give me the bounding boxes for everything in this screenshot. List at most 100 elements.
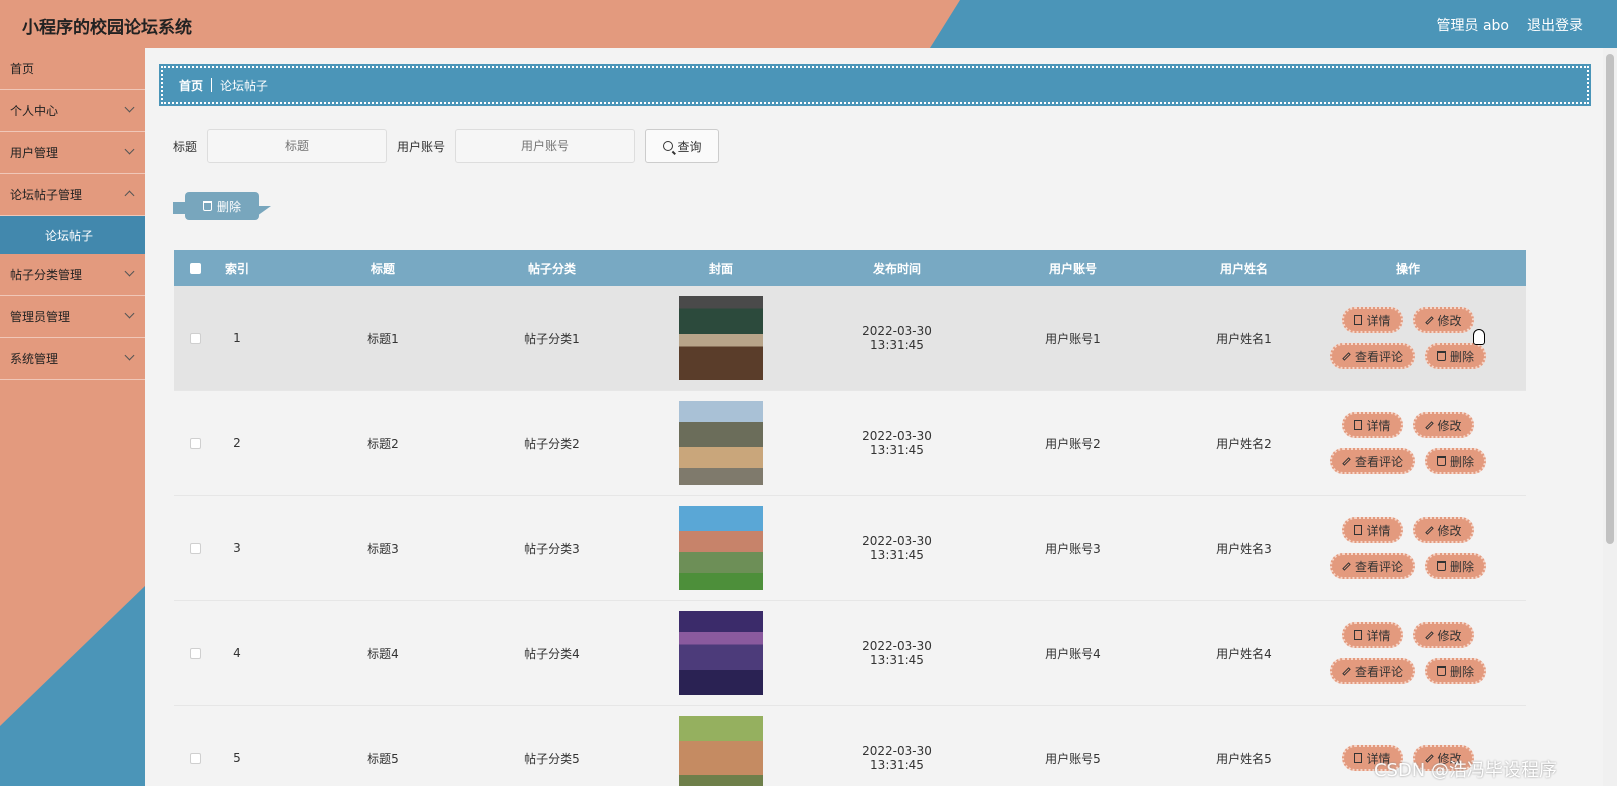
sidebar-item-post-category-management[interactable]: 帖子分类管理 [0, 254, 145, 296]
chevron-down-icon [124, 144, 135, 155]
query-button[interactable]: 查询 [645, 129, 720, 163]
row-checkbox[interactable] [189, 752, 201, 764]
chevron-down-icon [124, 308, 135, 319]
view-comments-label: 查看评论 [1354, 349, 1403, 364]
chevron-up-icon [124, 190, 135, 201]
account-search-input[interactable] [455, 129, 636, 163]
row-delete-button[interactable]: 删除 [1425, 343, 1487, 369]
table-row: 2 标题2 帖子分类2 2022-03-30 13:31:45 用户账号2 用户… [174, 391, 1526, 496]
sidebar-item-home[interactable]: 首页 [0, 48, 145, 90]
breadcrumb-current: 论坛帖子 [220, 78, 269, 93]
edit-icon [1424, 630, 1434, 640]
edit-button[interactable]: 修改 [1412, 517, 1474, 543]
detail-button[interactable]: 详情 [1342, 307, 1403, 333]
table-row: 5 标题5 帖子分类5 2022-03-30 13:31:45 用户账号5 用户… [174, 706, 1526, 786]
detail-button[interactable]: 详情 [1342, 412, 1403, 438]
document-icon [1354, 630, 1363, 640]
posts-table: 索引 标题 帖子分类 封面 发布时间 用户账号 用户姓名 操作 1 标题1 帖子… [174, 250, 1526, 786]
breadcrumb-home[interactable]: 首页 [179, 77, 203, 94]
row-name: 用户姓名2 [1216, 436, 1272, 451]
header-category: 帖子分类 [527, 261, 576, 276]
search-bar: 标题 用户账号 查询 [173, 129, 720, 163]
logout-link[interactable]: 退出登录 [1527, 15, 1583, 35]
bulk-delete-button[interactable]: 删除 [173, 192, 271, 220]
row-delete-label: 删除 [1450, 664, 1475, 679]
row-index: 1 [233, 331, 241, 345]
sidebar-item-label: 论坛帖子管理 [10, 188, 83, 202]
breadcrumb-separator [211, 78, 213, 92]
sidebar-item-label: 个人中心 [10, 104, 59, 118]
breadcrumb: 首页 论坛帖子 [159, 64, 1591, 106]
sidebar: 首页 个人中心 用户管理 论坛帖子管理 论坛帖子 帖子分类管理 管理员管理 系统… [0, 48, 145, 786]
row-index: 2 [233, 436, 241, 450]
row-checkbox[interactable] [189, 647, 201, 659]
document-icon [1354, 315, 1363, 325]
edit-icon [1342, 561, 1351, 571]
search-icon [662, 141, 673, 151]
sidebar-item-forum-post-management[interactable]: 论坛帖子管理 [0, 174, 145, 216]
chevron-down-icon [124, 350, 135, 361]
cover-image-campus [679, 506, 763, 590]
sidebar-item-label: 论坛帖子 [45, 228, 94, 243]
sidebar-item-label: 系统管理 [10, 352, 59, 366]
detail-label: 详情 [1366, 523, 1391, 538]
view-comments-button[interactable]: 查看评论 [1329, 553, 1415, 579]
header-user-area: 管理员 abo 退出登录 [1437, 15, 1583, 35]
header-cover: 封面 [708, 261, 733, 276]
row-checkbox[interactable] [189, 542, 201, 554]
main-content: 首页 论坛帖子 标题 用户账号 查询 删除 索引 标题 帖子分类 封面 发布时间… [145, 48, 1591, 786]
sidebar-item-system-management[interactable]: 系统管理 [0, 338, 145, 380]
detail-button[interactable]: 详情 [1342, 517, 1403, 543]
sidebar-item-admin-management[interactable]: 管理员管理 [0, 296, 145, 338]
edit-button[interactable]: 修改 [1412, 622, 1474, 648]
row-index: 3 [233, 541, 241, 555]
edit-icon [1342, 666, 1351, 676]
trash-icon [1437, 351, 1446, 361]
row-time: 2022-03-30 13:31:45 [862, 324, 932, 352]
select-all-checkbox[interactable] [189, 262, 201, 274]
view-comments-button[interactable]: 查看评论 [1329, 658, 1415, 684]
edit-button[interactable]: 修改 [1412, 307, 1474, 333]
edit-button[interactable]: 修改 [1412, 412, 1474, 438]
row-time: 2022-03-30 13:31:45 [862, 534, 932, 562]
row-checkbox[interactable] [189, 437, 201, 449]
header-time: 发布时间 [872, 261, 921, 276]
row-account: 用户账号2 [1045, 436, 1101, 451]
row-name: 用户姓名4 [1216, 646, 1272, 661]
view-comments-button[interactable]: 查看评论 [1329, 343, 1415, 369]
edit-label: 修改 [1437, 628, 1462, 643]
row-account: 用户账号3 [1045, 541, 1101, 556]
sidebar-item-user-management[interactable]: 用户管理 [0, 132, 145, 174]
cover-image-auditorium [679, 611, 763, 695]
title-search-input[interactable] [207, 129, 388, 163]
sidebar-item-label: 用户管理 [10, 146, 59, 160]
sidebar-subitem-forum-posts[interactable]: 论坛帖子 [0, 216, 145, 254]
chevron-down-icon [124, 102, 135, 113]
document-icon [1354, 525, 1363, 535]
hand-cursor-icon [1473, 329, 1485, 345]
vertical-scrollbar[interactable] [1603, 48, 1617, 786]
detail-button[interactable]: 详情 [1342, 622, 1403, 648]
view-comments-label: 查看评论 [1354, 559, 1403, 574]
trash-icon [1437, 561, 1446, 571]
row-delete-label: 删除 [1450, 559, 1475, 574]
document-icon [1354, 753, 1363, 763]
app-title: 小程序的校园论坛系统 [22, 18, 192, 38]
sidebar-item-personal-center[interactable]: 个人中心 [0, 90, 145, 132]
row-delete-button[interactable]: 删除 [1425, 553, 1487, 579]
account-search-label: 用户账号 [397, 139, 446, 154]
row-delete-button[interactable]: 删除 [1425, 658, 1487, 684]
row-index: 4 [233, 646, 241, 660]
header-account: 用户账号 [1048, 261, 1097, 276]
row-checkbox[interactable] [189, 332, 201, 344]
view-comments-button[interactable]: 查看评论 [1329, 448, 1415, 474]
scrollbar-thumb[interactable] [1606, 54, 1614, 544]
row-name: 用户姓名5 [1216, 751, 1272, 766]
top-header: 小程序的校园论坛系统 管理员 abo 退出登录 [0, 0, 1617, 48]
row-delete-button[interactable]: 删除 [1425, 448, 1487, 474]
trash-icon [202, 201, 212, 211]
row-name: 用户姓名3 [1216, 541, 1272, 556]
header-name: 用户姓名 [1219, 261, 1268, 276]
row-category: 帖子分类2 [524, 436, 580, 451]
row-time: 2022-03-30 13:31:45 [862, 744, 932, 772]
